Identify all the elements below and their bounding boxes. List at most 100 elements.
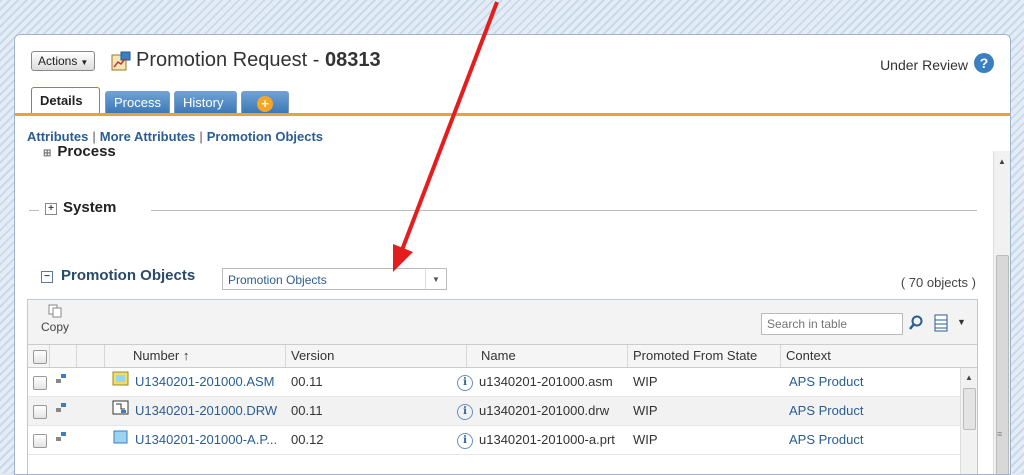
version-cell: 00.11 <box>291 374 323 389</box>
header-icon-cell <box>77 345 105 367</box>
title-number: 08313 <box>324 49 381 71</box>
attributes-link[interactable]: Attributes <box>27 129 88 144</box>
status-label: Under Review <box>880 57 968 73</box>
info-icon[interactable]: i <box>457 403 473 420</box>
scroll-thumb[interactable] <box>996 255 1009 474</box>
scroll-up-icon[interactable]: ▲ <box>998 157 1006 166</box>
page-scrollbar[interactable]: ▲ ≡ <box>993 151 1010 474</box>
copy-label: Copy <box>40 320 69 334</box>
view-select[interactable]: Promotion Objects ▼ <box>222 268 447 290</box>
context-cell[interactable]: APS Product <box>789 426 863 454</box>
chevron-down-icon: ▼ <box>80 58 89 67</box>
add-tab-icon: + <box>257 95 273 112</box>
title-prefix: Promotion Request - <box>136 49 325 71</box>
subnav-separator: | <box>199 129 203 144</box>
number-cell[interactable]: U1340201-201000.DRW <box>135 397 277 425</box>
state-cell: WIP <box>633 432 658 447</box>
promotion-request-panel: Actions ▼ Promotion Request - 08313 Under… <box>14 34 1011 475</box>
context-cell[interactable]: APS Product <box>789 368 863 396</box>
header-number[interactable]: Number ↑ <box>105 345 286 367</box>
view-select-value: Promotion Objects <box>228 273 327 287</box>
structure-icon <box>55 367 67 395</box>
object-count: ( 70 objects ) <box>900 275 976 290</box>
name-cell: i u1340201-201000-a.prt <box>457 426 615 454</box>
expand-icon: + <box>45 203 57 215</box>
version-cell: 00.12 <box>291 432 324 447</box>
row-select <box>33 368 47 396</box>
number-cell[interactable]: U1340201-201000.ASM <box>135 368 275 396</box>
scroll-up-icon[interactable]: ▲ <box>965 373 973 382</box>
promotion-objects-link[interactable]: Promotion Objects <box>207 129 323 144</box>
page-header: Actions ▼ Promotion Request - 08313 Under… <box>15 35 1010 119</box>
scroll-grip-icon: ≡ <box>997 429 1003 439</box>
part-icon <box>112 427 130 455</box>
expand-icon: ⊞ <box>43 148 52 159</box>
help-icon[interactable]: ? <box>974 53 994 73</box>
chevron-down-icon: ▼ <box>425 269 446 289</box>
table-row[interactable]: U1340201-201000.DRW 00.11 i u1340201-2010… <box>28 397 960 426</box>
section-divider <box>29 210 39 211</box>
promotion-objects-section-header[interactable]: − Promotion Objects <box>41 267 195 284</box>
row-select <box>33 397 47 425</box>
system-section-header[interactable]: + System <box>45 199 116 216</box>
name-value: u1340201-201000.asm <box>479 374 613 389</box>
tab-underline <box>15 113 1010 116</box>
promotion-objects-table: Copy ▼ Number ↑ Version Name Promoted Fr… <box>27 299 978 474</box>
info-icon[interactable]: i <box>457 432 473 449</box>
table-scrollbar[interactable]: ▲ <box>960 368 977 474</box>
table-view-icon[interactable] <box>934 312 948 334</box>
header-version[interactable]: Version <box>286 345 467 367</box>
context-cell[interactable]: APS Product <box>789 397 863 425</box>
header-promoted-from-state[interactable]: Promoted From State <box>628 345 781 367</box>
row-checkbox[interactable] <box>33 404 47 419</box>
name-cell: i u1340201-201000.drw <box>457 397 609 425</box>
name-cell: i u1340201-201000.asm <box>457 368 613 396</box>
header-context[interactable]: Context <box>781 345 977 367</box>
state-cell: WIP <box>633 403 658 418</box>
structure-icon <box>55 425 67 453</box>
tab-add[interactable]: + <box>241 91 289 113</box>
state-cell: WIP <box>633 374 658 389</box>
search-input[interactable] <box>761 313 903 335</box>
version-cell: 00.11 <box>291 403 323 418</box>
attribute-subnav: Attributes | More Attributes | Promotion Obj… <box>27 129 323 144</box>
subnav-separator: | <box>92 129 96 144</box>
info-icon[interactable]: i <box>457 374 473 391</box>
row-checkbox[interactable] <box>33 433 47 448</box>
scroll-thumb[interactable] <box>963 388 976 430</box>
more-attributes-link[interactable]: More Attributes <box>100 129 196 144</box>
header-name[interactable]: Name <box>467 345 628 367</box>
name-value: u1340201-201000-a.prt <box>479 432 615 447</box>
promotion-objects-section-label: Promotion Objects <box>61 267 196 284</box>
promotion-request-icon <box>111 51 131 71</box>
collapse-icon: − <box>41 271 53 283</box>
tab-history[interactable]: History <box>174 91 237 113</box>
table-row[interactable]: U1340201-201000.ASM 00.11 i u1340201-2010… <box>28 368 960 397</box>
table-toolbar: Copy ▼ <box>28 300 977 345</box>
assembly-icon <box>112 369 130 397</box>
header-type-cell <box>50 345 77 367</box>
drawing-icon <box>112 398 130 426</box>
select-all-cell <box>28 345 50 367</box>
table-row[interactable]: U1340201-201000-A.P... 00.12 i u1340201-2… <box>28 426 960 455</box>
system-section-label: System <box>63 199 117 216</box>
select-all-checkbox[interactable] <box>33 349 47 364</box>
page-title: Promotion Request - 08313 <box>136 49 381 72</box>
actions-button[interactable]: Actions ▼ <box>31 51 96 71</box>
table-header: Number ↑ Version Name Promoted From Stat… <box>28 345 977 368</box>
tab-process[interactable]: Process <box>105 91 170 113</box>
structure-icon <box>55 396 67 424</box>
number-cell[interactable]: U1340201-201000-A.P... <box>135 426 277 454</box>
process-section-label: Process <box>57 143 116 160</box>
chevron-down-icon[interactable]: ▼ <box>957 317 966 327</box>
process-section-header[interactable]: ⊞ Process <box>43 143 116 160</box>
actions-label: Actions <box>38 54 78 68</box>
name-value: u1340201-201000.drw <box>479 403 610 418</box>
tab-details[interactable]: Details <box>31 87 100 114</box>
row-select <box>33 426 47 454</box>
details-scroll-area: ⊞ Process + System − Promotion Objects Prom… <box>15 143 1010 474</box>
copy-icon <box>48 304 62 318</box>
copy-button[interactable]: Copy <box>38 304 72 334</box>
row-checkbox[interactable] <box>33 375 47 390</box>
search-icon[interactable] <box>906 312 926 334</box>
